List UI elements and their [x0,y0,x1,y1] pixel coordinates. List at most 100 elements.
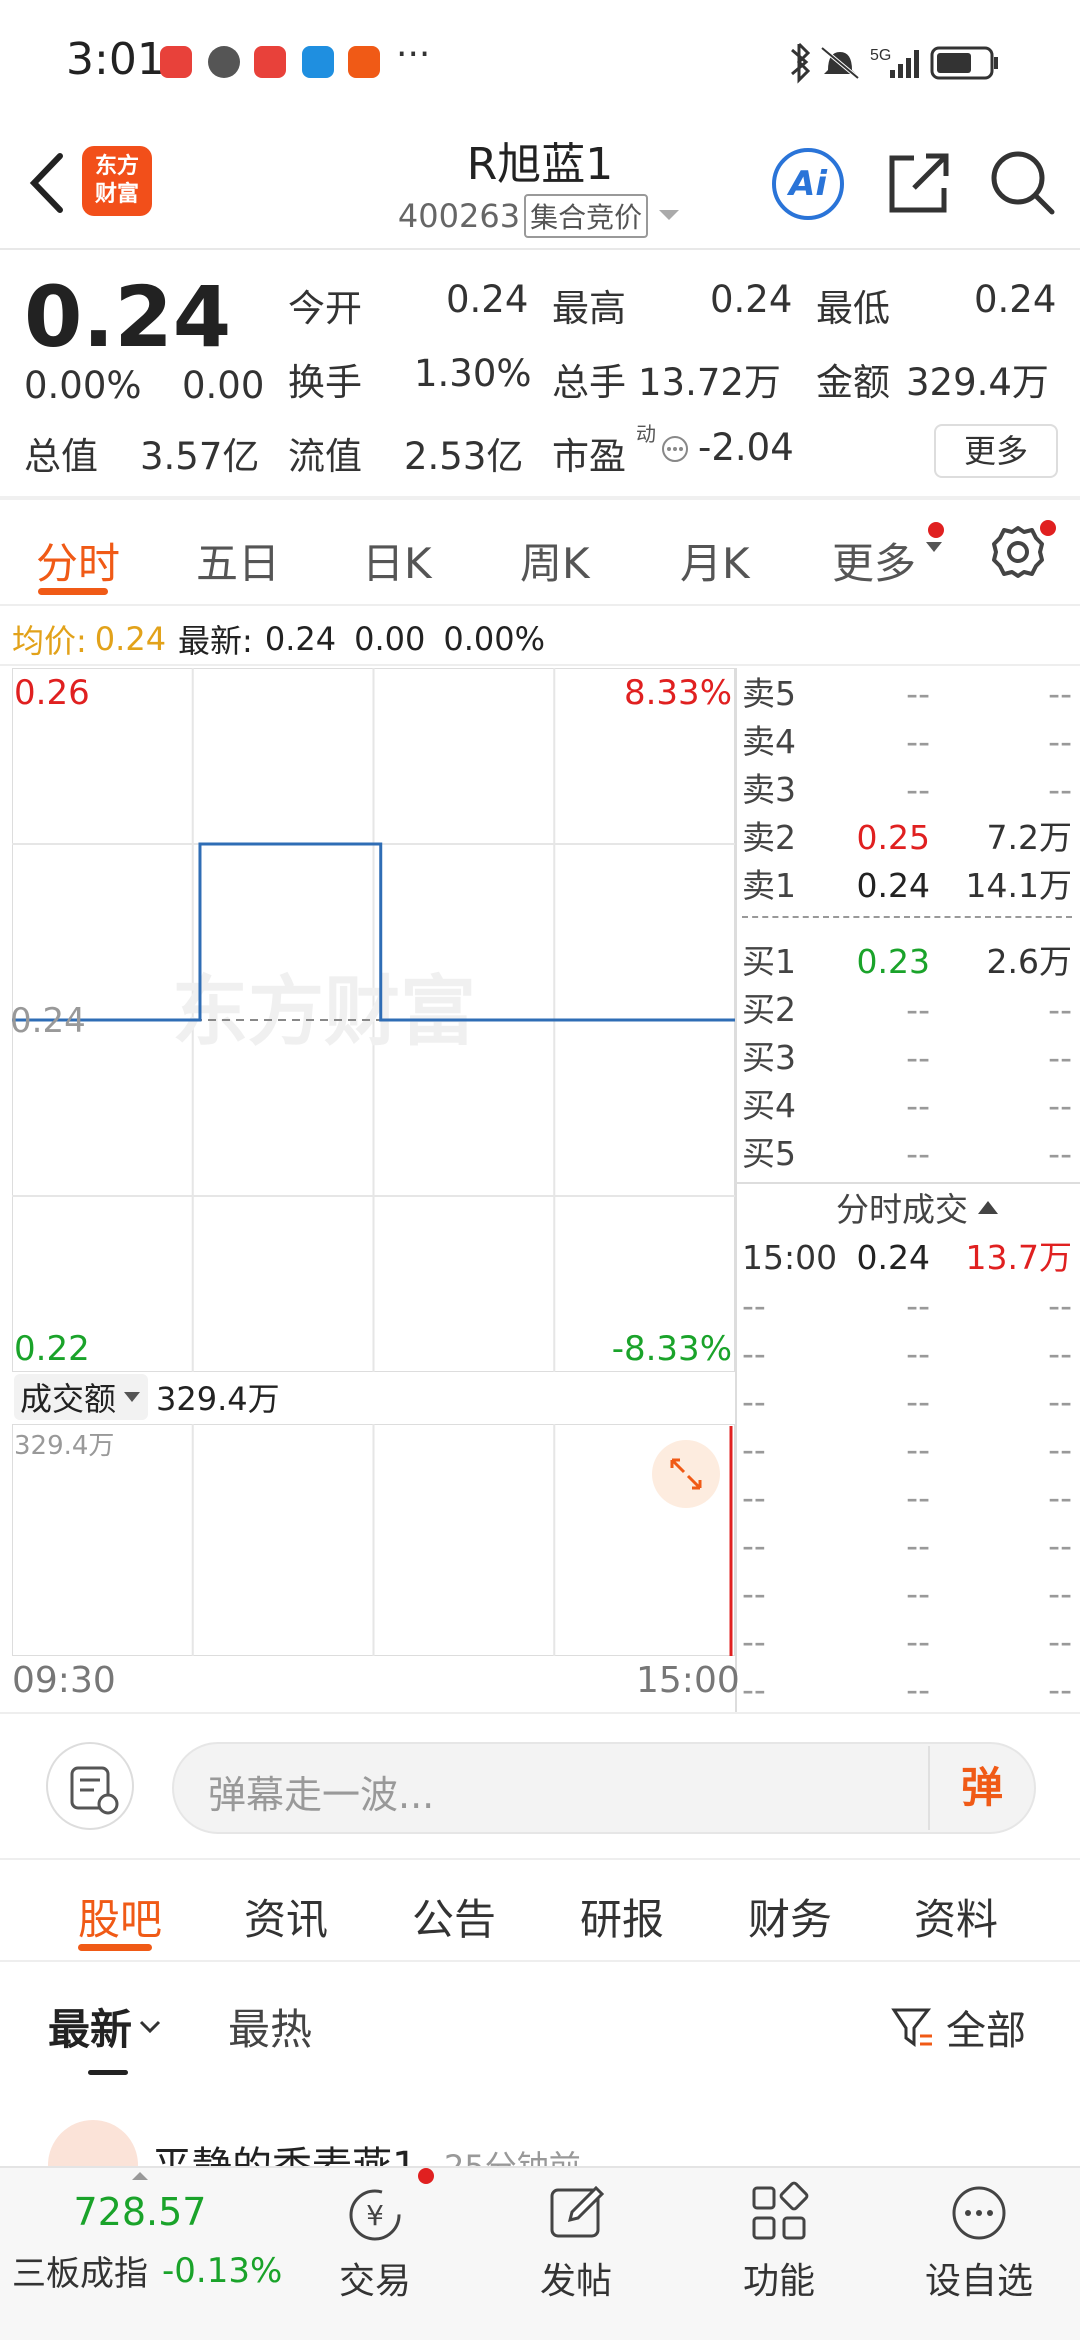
buy-level-row[interactable]: 买4 -- -- [742,1082,1072,1130]
send-barrage-button[interactable]: 弹 [928,1746,1034,1830]
nav-trade[interactable]: 交易 [295,2252,455,2304]
sell-level-row[interactable]: 卖3 -- -- [742,766,1072,814]
chevron-down-icon [926,542,942,552]
tick-price: -- [906,1430,930,1469]
tick-price: -- [906,1670,930,1709]
divider [0,1858,1080,1860]
tick-time: -- [742,1382,766,1421]
index-change: -0.13% [162,2250,283,2291]
sell-level-row[interactable]: 卖2 0.25 7.2万 [742,814,1072,862]
buy-level-row[interactable]: 买3 -- -- [742,1034,1072,1082]
tab-news[interactable]: 资讯 [244,1886,328,1947]
low-label: 最低 [816,287,890,330]
y-axis-mid-label: 0.24 [12,1001,86,1041]
app-notification-icon [348,46,380,78]
filter-icon [891,2008,932,2047]
pe-value: -2.04 [698,426,794,469]
tick-price: -- [906,1574,930,1613]
index-ticker[interactable]: 三板成指 -0.13% [12,2246,282,2295]
active-subtab-indicator [78,1944,152,1951]
tick-row: -- -- -- [742,1474,1072,1522]
pe-dynamic-label: 动 [636,422,656,446]
sell-level-volume: 14.1万 [965,866,1072,905]
buy-level-row[interactable]: 买5 -- -- [742,1130,1072,1178]
nav-post[interactable]: 发帖 [496,2252,656,2304]
tick-volume: -- [1048,1574,1072,1613]
compose-icon[interactable] [542,2178,612,2248]
avg-price-value: 0.24 [94,620,167,658]
sell-level-volume: -- [1048,770,1072,809]
barrage-placeholder: 弹幕走一波... [208,1773,435,1817]
tick-price: -- [906,1622,930,1661]
x-axis-end-label: 15:00 [636,1660,740,1701]
tick-volume: -- [1048,1382,1072,1421]
filter-button[interactable]: 全部 [890,1998,1026,2056]
sell-level-row[interactable]: 卖1 0.24 14.1万 [742,862,1072,910]
tab-announcements[interactable]: 公告 [412,1886,496,1947]
tab-daily-k[interactable]: 日K [362,530,432,591]
turnover-value: 1.30% [414,352,532,395]
avg-price-label: 均价: [12,622,87,660]
caret-up-icon [978,1201,998,1214]
tab-intraday[interactable]: 分时 [36,530,120,591]
tick-volume: -- [1048,1526,1072,1565]
barrage-settings-button[interactable] [46,1742,134,1830]
sell-level-price: 0.24 [856,866,930,905]
sell-level-volume: -- [1048,674,1072,713]
tab-research[interactable]: 研报 [580,1886,664,1947]
search-icon[interactable] [988,148,1058,218]
volume-header: 成交额 329.4万 [14,1374,280,1420]
buy-level-row[interactable]: 买2 -- -- [742,986,1072,1034]
index-value[interactable]: 728.57 [0,2190,280,2234]
expand-chart-button[interactable] [652,1440,720,1508]
tab-more[interactable]: 更多 [832,530,916,591]
sell-level-price: -- [906,674,930,713]
tab-weekly-k[interactable]: 周K [520,530,590,591]
chevron-down-icon [659,210,680,220]
buy-level-row[interactable]: 买1 0.23 2.6万 [742,938,1072,986]
more-notifications-icon: ··· [396,34,431,75]
buy-level-volume: -- [1048,1134,1072,1173]
nav-functions[interactable]: 功能 [699,2252,859,2304]
sort-latest-button[interactable]: 最新 [48,1996,162,2057]
intraday-price-chart[interactable]: 东方财富 0.26 0.24 0.22 8.33% -8.33% [12,668,735,1372]
app-notification-icon [302,46,334,78]
tab-finance[interactable]: 财务 [748,1886,832,1947]
chevron-down-icon [139,2020,161,2033]
volume-type-selector[interactable]: 成交额 [14,1374,149,1420]
sell-level-label: 卖1 [742,866,796,905]
sell-level-price: -- [906,770,930,809]
tick-volume: -- [1048,1286,1072,1325]
info-icon[interactable] [660,434,690,464]
volume-label: 总手 [552,361,626,404]
sell-level-row[interactable]: 卖5 -- -- [742,670,1072,718]
tick-row: -- -- -- [742,1570,1072,1618]
sort-latest-label: 最新 [48,2005,133,2054]
more-dots-icon[interactable] [944,2178,1014,2248]
functions-grid-icon[interactable] [744,2178,814,2248]
share-icon[interactable] [884,148,954,218]
pct-axis-max-label: 8.33% [624,673,732,713]
filter-label: 全部 [946,2008,1026,2054]
ticks-header[interactable]: 分时成交 [836,1184,1000,1230]
sell-level-row[interactable]: 卖4 -- -- [742,718,1072,766]
more-quote-button[interactable]: 更多 [934,424,1058,478]
volume-chart[interactable]: 329.4万 [12,1424,735,1656]
tab-monthly-k[interactable]: 月K [680,530,750,591]
tick-time: -- [742,1670,766,1709]
pe-label: 市盈 [552,435,626,478]
tab-profile[interactable]: 资料 [914,1886,998,1947]
volume-value: 13.72万 [638,361,781,404]
tick-volume: 13.7万 [965,1238,1072,1277]
order-book-separator [742,916,1072,918]
tab-five-day[interactable]: 五日 [196,530,280,591]
buy-level-volume: -- [1048,1038,1072,1077]
tab-forum[interactable]: 股吧 [78,1886,162,1947]
nav-add-watchlist[interactable]: 设自选 [899,2252,1059,2304]
y-axis-min-label: 0.22 [14,1329,90,1369]
trade-icon[interactable]: ¥ [340,2178,410,2248]
sort-hot-button[interactable]: 最热 [228,1996,312,2057]
sell-level-label: 卖4 [742,722,796,761]
y-axis-max-label: 0.26 [14,673,90,713]
ai-assistant-button[interactable]: Ai [772,148,844,220]
